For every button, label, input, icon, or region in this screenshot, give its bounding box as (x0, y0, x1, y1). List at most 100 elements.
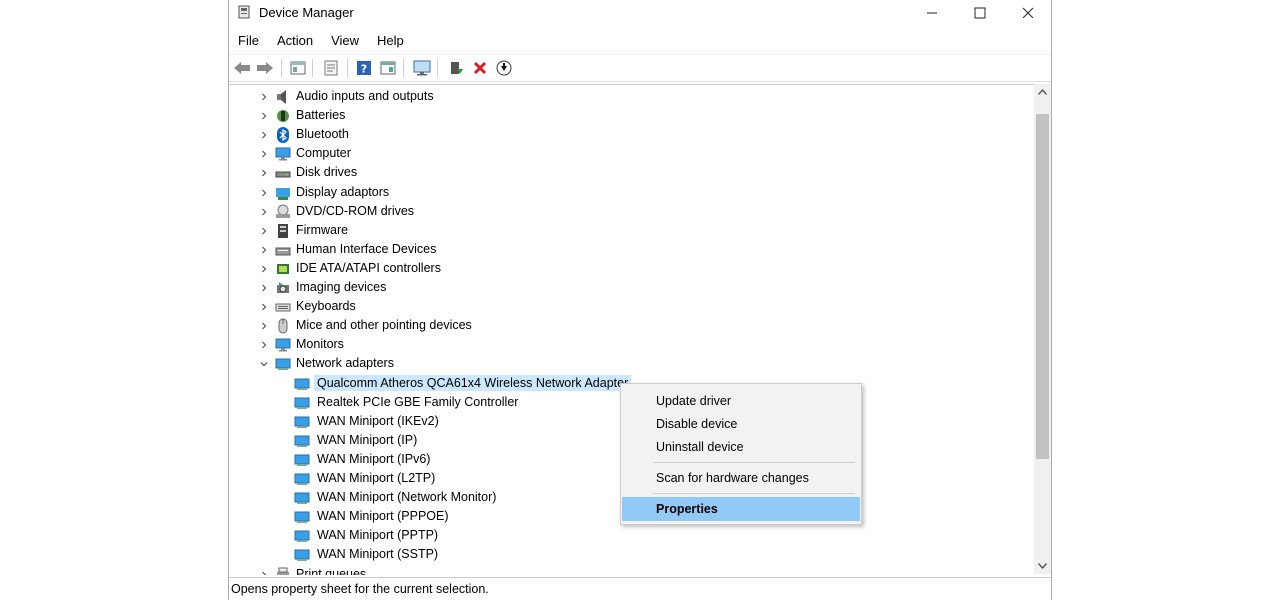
chevron-right-icon[interactable] (259, 264, 269, 274)
network-adapter-row[interactable]: WAN Miniport (IKEv2) (292, 412, 592, 431)
device-label: WAN Miniport (L2TP) (317, 471, 436, 485)
menu-view[interactable]: View (322, 30, 368, 52)
chevron-right-icon[interactable] (259, 340, 269, 350)
chevron-right-icon[interactable] (259, 226, 269, 236)
view-icon (380, 61, 396, 75)
minimize-button[interactable] (909, 0, 955, 26)
tree-category-row[interactable]: Firmware (255, 221, 655, 240)
scroll-up-arrow[interactable] (1034, 84, 1051, 100)
status-text: Opens property sheet for the current sel… (231, 582, 489, 596)
network-icon (294, 530, 310, 543)
tree-category-row[interactable]: IDE ATA/ATAPI controllers (255, 259, 655, 278)
firmware-icon (278, 223, 288, 238)
device-label: WAN Miniport (PPTP) (317, 528, 439, 543)
tree-category-row[interactable]: Bluetooth (255, 125, 655, 144)
forward-icon (257, 62, 273, 74)
network-adapter-row[interactable]: WAN Miniport (L2TP) (292, 469, 592, 488)
update-driver-menu-item[interactable]: Update driver (622, 389, 860, 413)
status-bar: Opens property sheet for the current sel… (229, 577, 1051, 600)
chevron-right-icon[interactable] (259, 570, 269, 576)
close-icon (1022, 7, 1034, 19)
close-button[interactable] (1005, 0, 1051, 26)
tree-category-label: Imaging devices (296, 280, 387, 294)
maximize-button[interactable] (957, 0, 1003, 26)
menu-separator (653, 493, 855, 494)
minimize-icon (927, 12, 937, 14)
chevron-right-icon[interactable] (259, 188, 269, 198)
tree-category-row[interactable]: Imaging devices (255, 278, 655, 297)
network-adapter-row[interactable]: WAN Miniport (PPTP) (292, 526, 592, 545)
toolbar-separator (403, 59, 404, 77)
back-button[interactable] (232, 58, 252, 78)
context-menu: Update driver Disable device Uninstall d… (620, 383, 862, 525)
uninstall-device-menu-item[interactable]: Uninstall device (622, 435, 860, 459)
update-driver-icon (496, 60, 512, 76)
scan-hardware-menu-item[interactable]: Scan for hardware changes (622, 466, 860, 490)
tree-category-label: Display adaptors (296, 184, 390, 199)
uninstall-device-label: Uninstall device (656, 440, 744, 454)
view-button[interactable] (378, 58, 398, 78)
tree-category-row[interactable]: Display adaptors (255, 183, 655, 202)
menu-help[interactable]: Help (368, 30, 413, 52)
disable-device-menu-item[interactable]: Disable device (622, 412, 860, 436)
window-title: Device Manager (259, 5, 354, 20)
chevron-up-icon (1038, 89, 1047, 95)
hid-icon (275, 247, 291, 256)
scan-hardware-button[interactable] (412, 58, 432, 78)
enable-device-button[interactable] (446, 58, 466, 78)
network-adapter-row[interactable]: WAN Miniport (IP) (292, 431, 592, 450)
chevron-down-icon (1038, 563, 1047, 569)
chevron-right-icon[interactable] (259, 130, 269, 140)
chevron-right-icon[interactable] (259, 111, 269, 121)
chevron-right-icon[interactable] (259, 92, 269, 102)
tree-category-row[interactable]: Human Interface Devices (255, 240, 655, 259)
show-hide-tree-button[interactable] (288, 58, 308, 78)
forward-button[interactable] (255, 58, 275, 78)
network-adapter-row[interactable]: WAN Miniport (IPv6) (292, 450, 592, 469)
scrollbar-thumb[interactable] (1036, 114, 1049, 459)
menu-file[interactable]: File (229, 30, 268, 52)
chevron-right-icon[interactable] (259, 168, 269, 178)
update-driver-label: Update driver (656, 394, 732, 408)
disable-device-label: Disable device (656, 417, 738, 431)
network-adapter-row[interactable]: WAN Miniport (Network Monitor) (292, 488, 592, 507)
network-icon (294, 511, 310, 524)
enable-device-icon (451, 62, 463, 74)
tree-category-row[interactable]: Audio inputs and outputs (255, 87, 655, 106)
uninstall-device-button[interactable] (470, 58, 490, 78)
chevron-right-icon[interactable] (259, 302, 269, 312)
tree-category-label: Audio inputs and outputs (296, 89, 434, 103)
device-label: WAN Miniport (SSTP) (317, 547, 439, 562)
bluetooth-icon (277, 127, 289, 144)
chevron-right-icon[interactable] (259, 283, 269, 293)
network-adapter-row[interactable]: Qualcomm Atheros QCA61x4 Wireless Networ… (292, 374, 632, 393)
tree-category-row[interactable]: Computer (255, 144, 655, 163)
network-adapter-row[interactable]: WAN Miniport (SSTP) (292, 545, 592, 564)
update-driver-button[interactable] (494, 58, 514, 78)
chevron-down-icon[interactable] (259, 359, 269, 369)
tree-category-row[interactable]: Disk drives (255, 163, 655, 182)
tree-category-row[interactable]: Network adapters (255, 354, 655, 373)
properties-menu-item[interactable]: Properties (622, 497, 860, 521)
chevron-right-icon[interactable] (259, 321, 269, 331)
network-adapter-row[interactable]: WAN Miniport (PPPOE) (292, 507, 592, 526)
network-icon (294, 435, 310, 447)
chevron-right-icon[interactable] (259, 149, 269, 159)
tree-category-row[interactable]: DVD/CD-ROM drives (255, 202, 655, 221)
tree-category-row[interactable]: Batteries (255, 106, 655, 125)
vertical-scrollbar[interactable] (1034, 84, 1051, 574)
help-button[interactable]: ? (354, 58, 374, 78)
menu-action[interactable]: Action (268, 30, 322, 52)
tree-category-row[interactable]: Mice and other pointing devices (255, 316, 655, 335)
network-adapter-row[interactable]: Realtek PCIe GBE Family Controller (292, 393, 592, 412)
scroll-down-arrow[interactable] (1034, 558, 1051, 574)
menu-bar: File Action View Help (229, 30, 1051, 52)
tree-category-row[interactable]: Monitors (255, 335, 655, 354)
tree-category-row[interactable]: Print queues (255, 565, 555, 576)
device-label: WAN Miniport (PPPOE) (317, 509, 449, 524)
properties-button[interactable] (321, 58, 341, 78)
chevron-right-icon[interactable] (259, 245, 269, 255)
chevron-right-icon[interactable] (259, 207, 269, 217)
network-icon (294, 473, 310, 485)
tree-category-row[interactable]: Keyboards (255, 297, 655, 316)
